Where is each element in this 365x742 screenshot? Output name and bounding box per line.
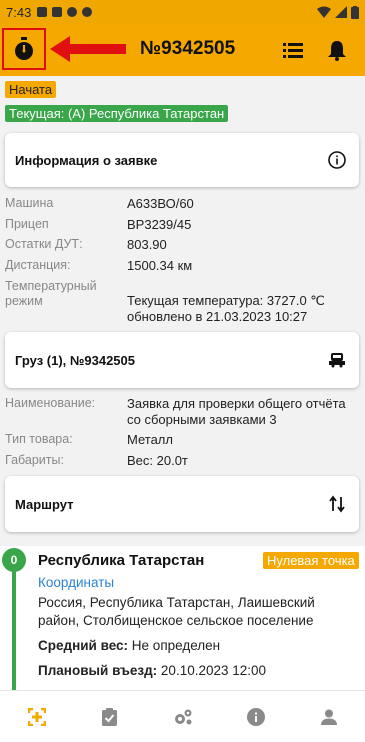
- swap-vertical-icon: [329, 495, 345, 513]
- planned-arrival-value: 20.10.2023 12:00: [160, 663, 267, 678]
- order-content[interactable]: Начата Текущая: (А) Республика Татарстан…: [0, 76, 365, 690]
- timer-button[interactable]: [2, 28, 46, 70]
- planned-arrival-label: Плановый въезд:: [38, 663, 158, 678]
- route-line: [12, 556, 16, 690]
- info-value: А633ВО/60: [127, 196, 194, 211]
- cargo-value: Металл: [127, 432, 173, 447]
- route-point-index: 0: [2, 548, 26, 572]
- current-point-badge: Текущая: (А) Республика Татарстан: [5, 105, 229, 122]
- status-badge: Начата: [5, 81, 57, 98]
- route-point[interactable]: 0 Республика Татарстан Нулевая точка Коо…: [0, 546, 365, 690]
- average-weight-value: Не определен: [131, 638, 221, 653]
- signal-icon: [335, 6, 347, 18]
- route-sort-button[interactable]: [325, 492, 349, 516]
- stopwatch-icon: [15, 37, 33, 60]
- sync-icon: [67, 7, 78, 17]
- zero-point-badge: Нулевая точка: [263, 552, 359, 569]
- info-value: 1500.34 км: [127, 258, 193, 273]
- truck-icon: [329, 353, 345, 368]
- nav-tasks[interactable]: [73, 691, 146, 742]
- page-title: №9342505: [140, 38, 236, 59]
- status-bar: 7:43: [0, 0, 365, 24]
- nav-orders[interactable]: [0, 691, 73, 742]
- bell-icon: [328, 41, 346, 61]
- nav-settings[interactable]: [146, 691, 219, 742]
- battery-icon: [351, 5, 359, 19]
- cargo-card[interactable]: Груз (1), №9342505: [5, 332, 359, 388]
- cargo-row-dimensions: Габариты: Вес: 20.0т: [5, 453, 360, 471]
- info-label: Температурный режим: [5, 279, 97, 308]
- list-button[interactable]: [279, 36, 307, 64]
- info-icon: [328, 151, 346, 169]
- order-info-title: Информация о заявке: [15, 152, 158, 168]
- gears-icon: [174, 709, 191, 724]
- cargo-label: Тип товара:: [5, 432, 73, 446]
- info-label: Остатки ДУТ:: [5, 237, 83, 251]
- nav-profile[interactable]: [292, 691, 365, 742]
- info-row-trailer: Прицеп ВР3239/45: [5, 217, 360, 235]
- notifications-button[interactable]: [323, 36, 351, 64]
- app-notification-icon: [82, 7, 93, 17]
- order-info-button[interactable]: [325, 148, 349, 172]
- cargo-value: Вес: 20.0т: [127, 453, 188, 468]
- cargo-button[interactable]: [325, 348, 349, 372]
- cargo-row-name: Наименование: Заявка для проверки общего…: [5, 396, 360, 430]
- info-value: 803.90: [127, 237, 167, 252]
- info-row-distance: Дистанция: 1500.34 км: [5, 258, 360, 276]
- person-icon: [320, 709, 337, 725]
- bottom-navigation: [0, 690, 365, 742]
- info-row-temperature: Температурный режим Текущая температура:…: [5, 279, 360, 327]
- info-value: ВР3239/45: [127, 217, 192, 232]
- info-row-vehicle: Машина А633ВО/60: [5, 196, 360, 214]
- cargo-label: Габариты:: [5, 453, 64, 467]
- red-arrow-annotation: [50, 36, 126, 62]
- cargo-value: Заявка для проверки общего отчёта со сбо…: [127, 396, 346, 427]
- average-weight: Средний вес: Не определен: [38, 638, 220, 653]
- coordinates-link[interactable]: Координаты: [38, 575, 114, 590]
- nav-info[interactable]: [219, 691, 292, 742]
- info-label: Машина: [5, 196, 54, 210]
- order-info-card[interactable]: Информация о заявке: [5, 133, 359, 187]
- cargo-title: Груз (1), №9342505: [15, 352, 135, 368]
- status-time: 7:43: [6, 4, 32, 20]
- info-label: Прицеп: [5, 217, 49, 231]
- info-row-fuel: Остатки ДУТ: 803.90: [5, 237, 360, 255]
- planned-arrival: Плановый въезд: 20.10.2023 12:00: [38, 663, 266, 678]
- cargo-label: Наименование:: [5, 396, 96, 410]
- info-label: Дистанция:: [5, 258, 71, 272]
- route-title: Маршрут: [15, 496, 74, 512]
- cargo-row-type: Тип товара: Металл: [5, 432, 360, 450]
- message-icon: [37, 7, 48, 17]
- wifi-icon: [317, 6, 331, 18]
- sim-icon: [52, 7, 63, 17]
- app-bar: №9342505: [0, 24, 365, 76]
- info-value: Текущая температура: 3727.0 ℃ обновлено …: [127, 293, 325, 324]
- route-card[interactable]: Маршрут: [5, 476, 359, 532]
- clipboard-check-icon: [102, 707, 117, 726]
- route-point-address: Россия, Республика Татарстан, Лаишевский…: [38, 595, 315, 628]
- info-circle-icon: [246, 707, 265, 726]
- plus-box-icon: [27, 707, 46, 726]
- average-weight-label: Средний вес:: [38, 638, 129, 653]
- list-icon: [283, 43, 303, 58]
- route-point-name: Республика Татарстан: [38, 552, 205, 569]
